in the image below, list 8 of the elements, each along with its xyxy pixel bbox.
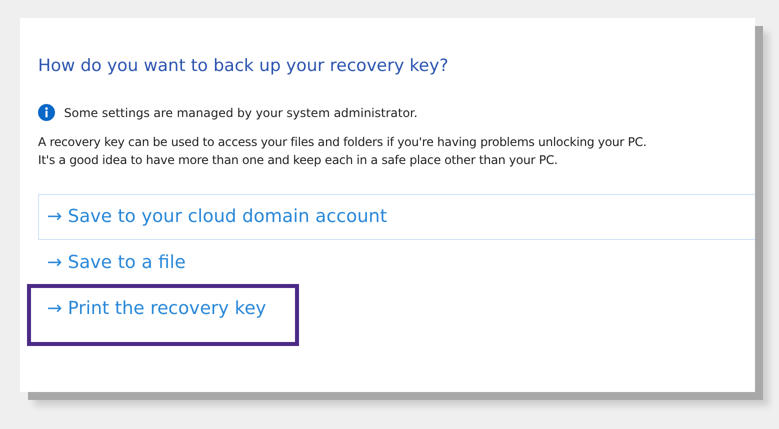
- notice-text: Some settings are managed by your system administrator.: [64, 106, 418, 120]
- description-text: It's a good idea to have more than one and keep each in a safe place other than your PC.: [38, 152, 559, 169]
- description-text: A recovery key can be used to access your files and folders if you're having problems unlocking your PC.: [38, 134, 648, 151]
- option-link[interactable]: → Save to your cloud domain account: [38, 194, 755, 240]
- option-link[interactable]: → Save to a file: [38, 240, 755, 286]
- option-link[interactable]: → Print the recovery key: [38, 286, 755, 332]
- info-icon: [38, 104, 55, 121]
- dialog-title: How do you want to back up your recovery key?: [38, 56, 450, 76]
